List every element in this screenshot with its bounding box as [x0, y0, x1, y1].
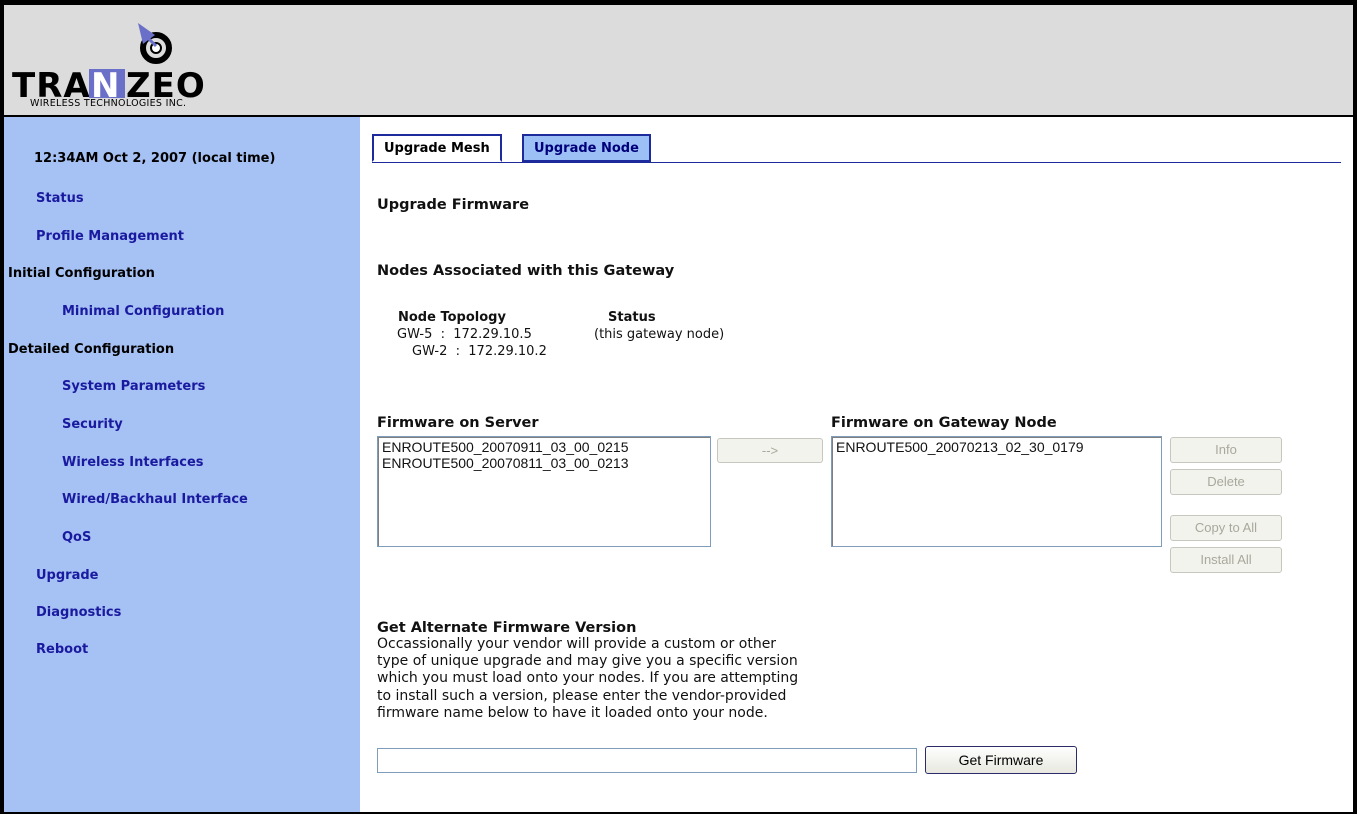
alternate-firmware-description: Occassionally your vendor will provide a… [377, 636, 937, 722]
sidebar-item-diagnostics[interactable]: Diagnostics [36, 605, 121, 620]
description-line: to install such a version, please enter … [377, 687, 787, 704]
list-item[interactable]: ENROUTE500_20070811_03_00_0213 [382, 455, 706, 471]
sidebar-item-status[interactable]: Status [36, 191, 84, 206]
topology-status-gw5: (this gateway node) [594, 327, 725, 342]
topology-node-gw2: GW-2 : 172.29.10.2 [412, 344, 547, 359]
server-firmware-heading: Firmware on Server [377, 415, 539, 431]
alternate-firmware-input[interactable] [377, 748, 917, 773]
gateway-firmware-list[interactable]: ENROUTE500_20070213_02_30_0179 [831, 436, 1162, 547]
sidebar-item-system-parameters[interactable]: System Parameters [62, 379, 205, 394]
list-item[interactable]: ENROUTE500_20070213_02_30_0179 [836, 439, 1157, 455]
status-column-header: Status [608, 310, 656, 325]
sidebar-item-minimal-configuration[interactable]: Minimal Configuration [62, 304, 224, 319]
app-frame: TRA N ZEO WIRELESS TECHNOLOGIES INC. 12:… [4, 5, 1353, 812]
sidebar-item-wired-backhaul-interface[interactable]: Wired/Backhaul Interface [62, 492, 248, 507]
topology-column-header: Node Topology [398, 310, 506, 325]
server-firmware-list[interactable]: ENROUTE500_20070911_03_00_0215 ENROUTE50… [377, 436, 711, 547]
info-button[interactable]: Info [1170, 437, 1282, 463]
tab-strip-divider [372, 162, 1341, 163]
sidebar-item-wireless-interfaces[interactable]: Wireless Interfaces [62, 455, 204, 470]
logo-tagline: WIRELESS TECHNOLOGIES INC. [30, 98, 187, 109]
description-line: Occassionally your vendor will provide a… [377, 636, 777, 652]
tab-upgrade-node[interactable]: Upgrade Node [522, 134, 651, 162]
tranzeo-logo-graphic: TRA N ZEO [12, 23, 205, 106]
gateway-firmware-heading: Firmware on Gateway Node [831, 415, 1057, 431]
tranzeo-logo: TRA N ZEO WIRELESS TECHNOLOGIES INC. [10, 11, 290, 111]
delete-button[interactable]: Delete [1170, 469, 1282, 495]
sidebar-item-reboot[interactable]: Reboot [36, 642, 88, 657]
header-banner: TRA N ZEO WIRELESS TECHNOLOGIES INC. [4, 5, 1353, 117]
description-line: firmware name below to have it loaded on… [377, 704, 768, 721]
alternate-firmware-heading: Get Alternate Firmware Version [377, 620, 637, 636]
copy-to-all-button[interactable]: Copy to All [1170, 515, 1282, 541]
sidebar-item-upgrade[interactable]: Upgrade [36, 568, 98, 583]
install-all-button[interactable]: Install All [1170, 547, 1282, 573]
local-time-clock: 12:34AM Oct 2, 2007 (local time) [34, 151, 276, 166]
main-content: Upgrade Mesh Upgrade Node Upgrade Firmwa… [360, 117, 1353, 812]
list-item[interactable]: ENROUTE500_20070911_03_00_0215 [382, 439, 706, 455]
tab-upgrade-mesh[interactable]: Upgrade Mesh [372, 134, 502, 162]
sidebar-item-qos[interactable]: QoS [62, 530, 91, 545]
sidebar: 12:34AM Oct 2, 2007 (local time) Status … [4, 117, 360, 812]
nodes-heading: Nodes Associated with this Gateway [377, 263, 675, 279]
description-line: type of unique upgrade and may give you … [377, 653, 798, 670]
description-line: which you must load onto your nodes. If … [377, 670, 799, 687]
transfer-arrow-button[interactable]: --> [717, 438, 823, 463]
sidebar-item-security[interactable]: Security [62, 417, 123, 432]
get-firmware-button[interactable]: Get Firmware [925, 746, 1077, 774]
sidebar-item-profile-management[interactable]: Profile Management [36, 229, 184, 244]
sidebar-heading-initial-configuration: Initial Configuration [8, 266, 155, 281]
topology-node-gw5: GW-5 : 172.29.10.5 [397, 327, 532, 342]
sidebar-heading-detailed-configuration: Detailed Configuration [8, 342, 175, 357]
page-title: Upgrade Firmware [377, 197, 530, 213]
